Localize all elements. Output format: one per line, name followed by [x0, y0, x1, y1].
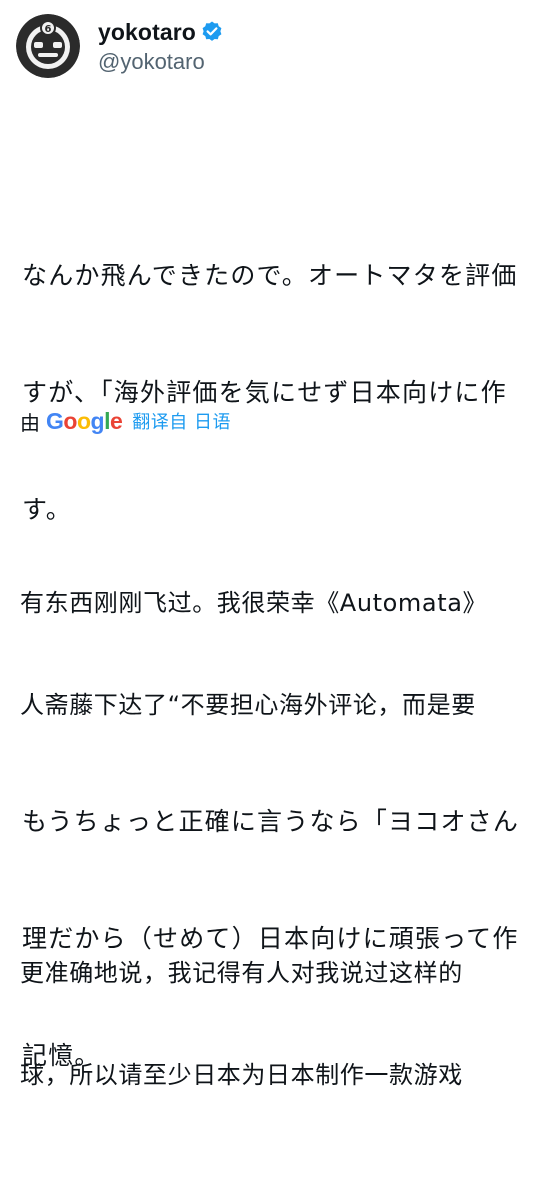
translated-line: 人斋藤下达了“不要担心海外评论，而是要	[20, 691, 476, 719]
translated-line: 更准确地说，我记得有人对我说过这样的	[20, 959, 463, 987]
author-names: yokotaro @yokotaro	[98, 17, 224, 75]
translated-paragraph-1: 有东西刚刚飞过。我很荣幸《Automata》 人斋藤下达了“不要担心海外评论，而…	[20, 518, 557, 790]
translated-paragraph-2: 更准确地说，我记得有人对我说过这样的 球，所以请至少日本为日本制作一款游戏	[20, 888, 557, 1160]
translated-line: 球，所以请至少日本为日本制作一款游戏	[20, 1061, 463, 1089]
avatar-image: 6	[16, 14, 80, 78]
tweet-header: 6 yokotaro @yokotaro	[16, 14, 224, 78]
translated-from-link[interactable]: 翻译自 日语	[132, 408, 231, 434]
translated-by-label: 由	[20, 410, 40, 435]
user-handle[interactable]: @yokotaro	[98, 49, 224, 75]
translated-body: 有东西刚刚飞过。我很荣幸《Automata》 人斋藤下达了“不要担心海外评论，而…	[20, 450, 557, 1194]
tweet-line: なんか飛んできたので。オートマタを評価	[22, 261, 518, 290]
display-name[interactable]: yokotaro	[98, 19, 196, 46]
verified-badge-icon[interactable]	[200, 20, 224, 44]
avatar[interactable]: 6	[16, 14, 80, 78]
avatar-badge-text: 6	[45, 24, 52, 35]
translation-attribution: 由 Google 翻译自 日语	[20, 406, 231, 436]
translated-line: 有东西刚刚飞过。我很荣幸《Automata》	[20, 589, 488, 617]
google-logo: Google	[46, 407, 123, 434]
